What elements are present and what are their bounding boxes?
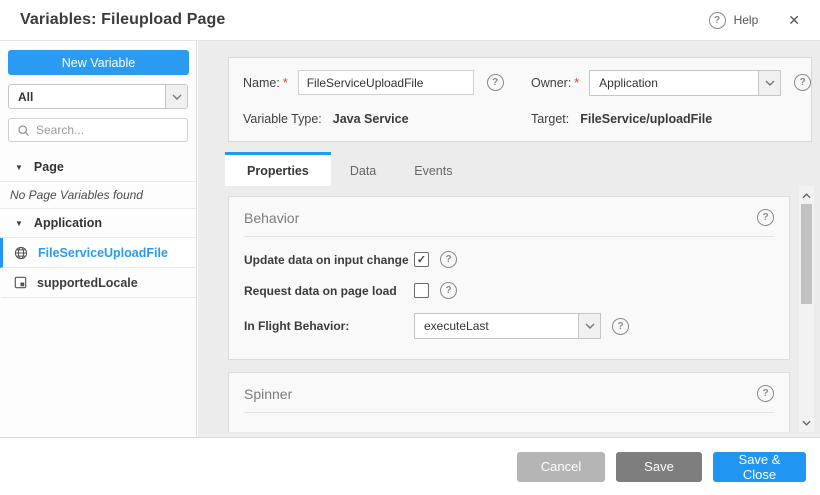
- property-label: Request data on page load: [244, 284, 414, 298]
- target-value: FileService/uploadFile: [580, 112, 712, 126]
- chevron-down-icon: [758, 71, 780, 95]
- variable-filter-value: All: [9, 90, 33, 104]
- help-icon[interactable]: ?: [487, 74, 504, 91]
- property-label: In Flight Behavior:: [244, 319, 414, 333]
- help-icon[interactable]: ?: [757, 385, 774, 402]
- tree-item-label: FileServiceUploadFile: [38, 246, 168, 260]
- search-input[interactable]: [36, 123, 179, 137]
- property-row-inflight: In Flight Behavior: executeLast ?: [244, 313, 774, 339]
- request-data-checkbox[interactable]: [414, 283, 429, 298]
- java-service-icon: [14, 246, 28, 260]
- behavior-section-title: Behavior: [244, 210, 299, 226]
- name-label: Name:: [243, 76, 280, 90]
- name-input[interactable]: [298, 70, 474, 95]
- help-icon[interactable]: ?: [440, 282, 457, 299]
- inflight-behavior-select[interactable]: executeLast: [414, 313, 601, 339]
- update-data-checkbox[interactable]: ✓: [414, 252, 429, 267]
- detail-tabs: Properties Data Events: [225, 152, 471, 186]
- variable-type-value: Java Service: [333, 112, 409, 126]
- content-scrollbar-thumb[interactable]: [801, 204, 812, 304]
- variables-sidebar: New Variable All ▼ Page No Page Variable…: [0, 41, 197, 437]
- scroll-up-icon[interactable]: [799, 188, 814, 203]
- variables-dialog: Variables: Fileupload Page ? Help ✕ New …: [0, 0, 820, 495]
- property-row-update-data: Update data on input change ✓ ?: [244, 251, 774, 268]
- tree-item-fileserviceuploadfile[interactable]: FileServiceUploadFile: [0, 238, 196, 268]
- chevron-down-icon: [165, 85, 187, 108]
- tree-section-application[interactable]: ▼ Application: [0, 209, 196, 238]
- close-icon[interactable]: ✕: [784, 10, 804, 31]
- inflight-behavior-value: executeLast: [415, 319, 489, 333]
- variable-type-label: Variable Type:: [243, 112, 322, 126]
- spinner-section-title: Spinner: [244, 386, 292, 402]
- tree-section-page-label: Page: [34, 160, 64, 174]
- properties-tab-content: Behavior ? Update data on input change ✓…: [198, 186, 820, 432]
- property-row-request-data: Request data on page load ?: [244, 282, 774, 299]
- content-scrollbar[interactable]: [799, 186, 814, 432]
- tab-events[interactable]: Events: [395, 152, 471, 186]
- variable-summary-card: Name: * ? Owner: * Application ?: [228, 57, 812, 142]
- chevron-down-icon: [578, 314, 600, 338]
- collapse-triangle-icon: ▼: [15, 163, 23, 172]
- required-marker: *: [574, 76, 579, 90]
- target-group: Target: FileService/uploadFile: [531, 112, 712, 126]
- page-title: Variables: Fileupload Page: [20, 11, 225, 29]
- property-label: Update data on input change: [244, 253, 414, 267]
- tree-item-supportedlocale[interactable]: supportedLocale: [0, 268, 196, 298]
- dialog-footer: Cancel Save Save & Close: [0, 437, 820, 495]
- scroll-down-icon[interactable]: [799, 415, 814, 430]
- tab-properties[interactable]: Properties: [225, 152, 331, 186]
- variable-detail-panel: Name: * ? Owner: * Application ?: [198, 41, 820, 437]
- save-button[interactable]: Save: [616, 452, 702, 482]
- help-icon[interactable]: ?: [757, 209, 774, 226]
- help-icon[interactable]: ?: [440, 251, 457, 268]
- search-icon: [17, 124, 30, 137]
- collapse-triangle-icon: ▼: [15, 219, 23, 228]
- spinner-section-header: Spinner ?: [229, 373, 789, 412]
- locale-icon: [14, 276, 27, 289]
- tree-item-label: supportedLocale: [37, 276, 138, 290]
- help-icon[interactable]: ?: [612, 318, 629, 335]
- section-divider: [244, 412, 774, 413]
- dialog-header: Variables: Fileupload Page ? Help ✕: [0, 0, 820, 41]
- behavior-section: Behavior ? Update data on input change ✓…: [228, 196, 790, 360]
- tab-data[interactable]: Data: [331, 152, 395, 186]
- section-divider: [244, 236, 774, 237]
- required-marker: *: [283, 76, 288, 90]
- tree-section-page[interactable]: ▼ Page: [0, 153, 196, 182]
- save-and-close-button[interactable]: Save & Close: [713, 452, 806, 482]
- owner-group: Owner: * Application ?: [531, 70, 811, 96]
- page-variables-empty-message: No Page Variables found: [0, 182, 196, 209]
- help-link[interactable]: Help: [734, 13, 759, 27]
- help-icon[interactable]: ?: [709, 12, 726, 29]
- owner-select-value: Application: [590, 76, 658, 90]
- owner-select[interactable]: Application: [589, 70, 781, 96]
- type-target-row: Variable Type: Java Service Target: File…: [243, 112, 797, 126]
- spinner-section: Spinner ?: [228, 372, 790, 432]
- behavior-section-header: Behavior ?: [229, 197, 789, 236]
- target-label: Target:: [531, 112, 569, 126]
- variable-search: [8, 118, 188, 142]
- cancel-button[interactable]: Cancel: [517, 452, 605, 482]
- new-variable-button[interactable]: New Variable: [8, 50, 189, 75]
- header-actions: ? Help ✕: [709, 10, 804, 31]
- owner-label: Owner:: [531, 76, 571, 90]
- variable-filter-select[interactable]: All: [8, 84, 188, 109]
- help-icon[interactable]: ?: [794, 74, 811, 91]
- name-owner-row: Name: * ? Owner: * Application ?: [243, 70, 797, 95]
- tree-section-application-label: Application: [34, 216, 102, 230]
